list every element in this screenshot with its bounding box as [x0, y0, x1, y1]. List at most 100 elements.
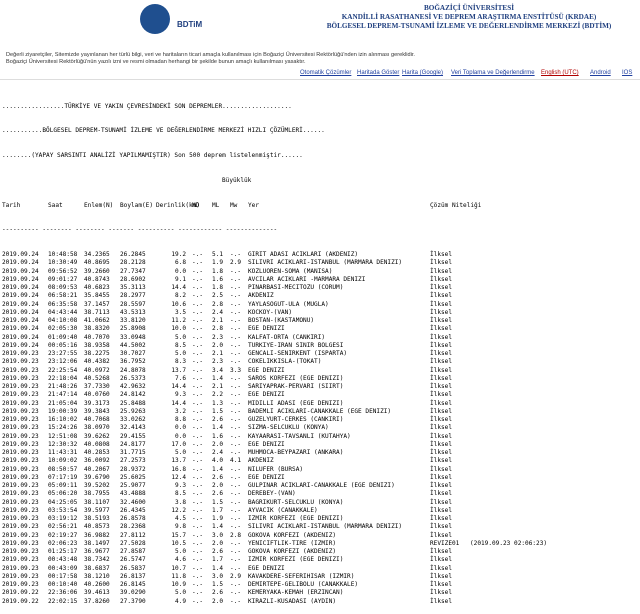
earthquake-row: 2019.09.23 02:56:21 40.8573 28.2368 9.8 -.- 1.… — [2, 523, 547, 531]
cell-time: 21:05:04 — [48, 399, 78, 407]
cell-md: -.- — [192, 407, 204, 415]
cell-mw: -.- — [230, 440, 242, 448]
cell-date: 2019.09.23 — [2, 366, 39, 374]
cell-ml: 1.4 — [212, 465, 224, 473]
cell-time: 22:18:04 — [48, 374, 78, 382]
cell-place: SAROS KORFEZI (EGE DENIZI) — [248, 374, 344, 382]
cell-lon: 27.5028 — [120, 539, 146, 547]
cell-lat: 36.9677 — [84, 548, 110, 555]
cell-depth: 4.9 — [174, 597, 186, 605]
cell-lat: 38.7342 — [84, 556, 110, 564]
nav-link-data-collection[interactable]: Veri Toplama ve Değerlendirme — [451, 70, 535, 76]
cell-mw: 4.1 — [230, 457, 242, 465]
nav-link-map[interactable]: Haritada Göster — [357, 70, 399, 76]
cell-time: 05:06:20 — [48, 490, 78, 498]
cell-quality: İlksel — [430, 383, 453, 390]
cell-lon: 36.7952 — [120, 358, 146, 366]
cell-md: -.- — [192, 325, 204, 333]
cell-quality: İlksel — [430, 548, 453, 555]
cell-md: -.- — [192, 556, 204, 564]
cell-date: 2019.09.23 — [2, 432, 39, 440]
earthquake-row: 2019.09.23 21:48:26 37.7330 42.9632 14.4 -.- 2… — [2, 383, 547, 391]
cell-place: SILIVRI ACIKLARI-ISTANBUL (MARMARA DENIZ… — [248, 523, 403, 531]
nav-link-ios[interactable]: IOS — [622, 70, 632, 76]
cell-ml: 1.5 — [212, 407, 224, 415]
cell-mw: -.- — [230, 333, 242, 341]
col-header-lat: Enlem(N) — [84, 201, 114, 209]
col-header-place: Yer — [248, 201, 260, 209]
cell-quality: İlksel — [430, 358, 453, 366]
cell-lat: 38.0970 — [84, 424, 110, 432]
cell-quality: İlksel — [430, 251, 453, 258]
cell-mw: -.- — [230, 300, 242, 308]
cell-depth: 8.8 — [174, 416, 186, 423]
earthquake-row: 2019.09.23 04:25:05 38.1107 32.4600 3.8 -.- 1.… — [2, 499, 547, 507]
title-line-2: KANDİLLİ RASATHANESİ VE DEPREM ARAŞTIRMA… — [341, 13, 597, 21]
cell-mw: -.- — [230, 490, 242, 498]
cell-mw: -.- — [230, 465, 242, 473]
site-header: BDTiM BOĞAZİÇİ ÜNİVERSİTESİ KANDİLLİ RAS… — [0, 0, 640, 40]
cell-quality: İlksel — [430, 572, 453, 580]
nav-link-automatic[interactable]: Otomatik Çözümler — [300, 70, 351, 76]
cell-date: 2019.09.24 — [2, 317, 39, 324]
cell-quality: İlksel — [430, 292, 453, 300]
cell-place: NILUFER (BURSA) — [248, 465, 304, 473]
cell-place: GIRIT ADASI ACIKLARI (AKDENIZ) — [248, 251, 359, 258]
cell-quality: İlksel — [430, 399, 453, 407]
cell-lon: 32.4143 — [120, 424, 146, 432]
cell-date: 2019.09.24 — [2, 292, 39, 300]
cell-time: 21:48:26 — [48, 383, 78, 390]
cell-mw: 2.9 — [230, 572, 242, 580]
cell-time: 19:00:39 — [48, 407, 78, 415]
cell-lon: 27.7347 — [120, 267, 146, 275]
cell-depth: 15.7 — [171, 531, 186, 539]
cell-mw: 2.8 — [230, 531, 242, 539]
cell-quality: İlksel — [430, 515, 453, 522]
cell-place: EGE DENIZI — [248, 473, 285, 481]
cell-time: 22:02:15 — [48, 597, 78, 605]
earthquake-row: 2019.09.23 15:24:26 38.0970 32.4143 0.0 -.- 1.… — [2, 424, 547, 432]
cell-time: 23:27:55 — [48, 350, 78, 357]
cell-lon: 28.2368 — [120, 523, 146, 531]
cell-lon: 26.4345 — [120, 506, 146, 514]
earthquake-row: 2019.09.23 00:43:09 38.6837 26.5837 10.7 -.- 1… — [2, 565, 547, 573]
nav-link-google-map[interactable]: Harita (Google) — [402, 70, 443, 76]
cell-quality: İlksel — [430, 341, 453, 349]
cell-lon: 28.5597 — [120, 300, 146, 308]
cell-lon: 25.8488 — [120, 399, 146, 407]
cell-mw: -.- — [230, 498, 242, 506]
cell-ml: 2.5 — [212, 292, 224, 300]
institution-titles: BOĞAZİÇİ ÜNİVERSİTESİ KANDİLLİ RASATHANE… — [304, 4, 634, 31]
cell-lon: 39.0290 — [120, 589, 146, 597]
cell-depth: 8.3 — [174, 358, 186, 366]
cell-lat: 40.0808 — [84, 440, 110, 448]
cell-time: 12:51:08 — [48, 432, 78, 440]
cell-time: 15:24:26 — [48, 424, 78, 432]
cell-ml: 1.5 — [212, 498, 224, 506]
cell-time: 00:17:58 — [48, 572, 78, 580]
nav-link-android[interactable]: Android — [590, 70, 611, 76]
cell-date: 2019.09.23 — [2, 399, 39, 407]
cell-depth: 4.5 — [174, 515, 186, 522]
nav-link-english[interactable]: English (UTC) — [541, 70, 579, 76]
earthquake-row: 2019.09.23 02:19:27 36.9882 27.8112 15.7 -.- 3… — [2, 532, 547, 540]
cell-place: AKDENIZ — [248, 457, 274, 465]
cell-depth: 8.5 — [174, 341, 186, 349]
cell-place: SARIYAPRAK-PERVARI (SIIRT) — [248, 383, 344, 390]
cell-lat: 38.9358 — [84, 341, 110, 349]
cell-quality: İlksel — [430, 325, 453, 333]
cell-mw: -.- — [230, 341, 242, 349]
cell-time: 16:10:02 — [48, 416, 78, 423]
cell-time: 00:43:09 — [48, 564, 78, 572]
cell-quality: İlksel — [430, 523, 453, 531]
cell-ml: 2.8 — [212, 300, 224, 308]
cell-date: 2019.09.23 — [2, 424, 39, 432]
cell-lat: 37.8260 — [84, 597, 110, 605]
cell-mw: -.- — [230, 432, 242, 440]
cell-mw: -.- — [230, 251, 242, 258]
cell-ml: 2.0 — [212, 482, 224, 489]
cell-depth: 13.7 — [171, 366, 186, 374]
cell-depth: 11.8 — [171, 572, 186, 580]
cell-ml: 1.8 — [212, 284, 224, 291]
cell-lon: 28.9372 — [120, 465, 146, 473]
